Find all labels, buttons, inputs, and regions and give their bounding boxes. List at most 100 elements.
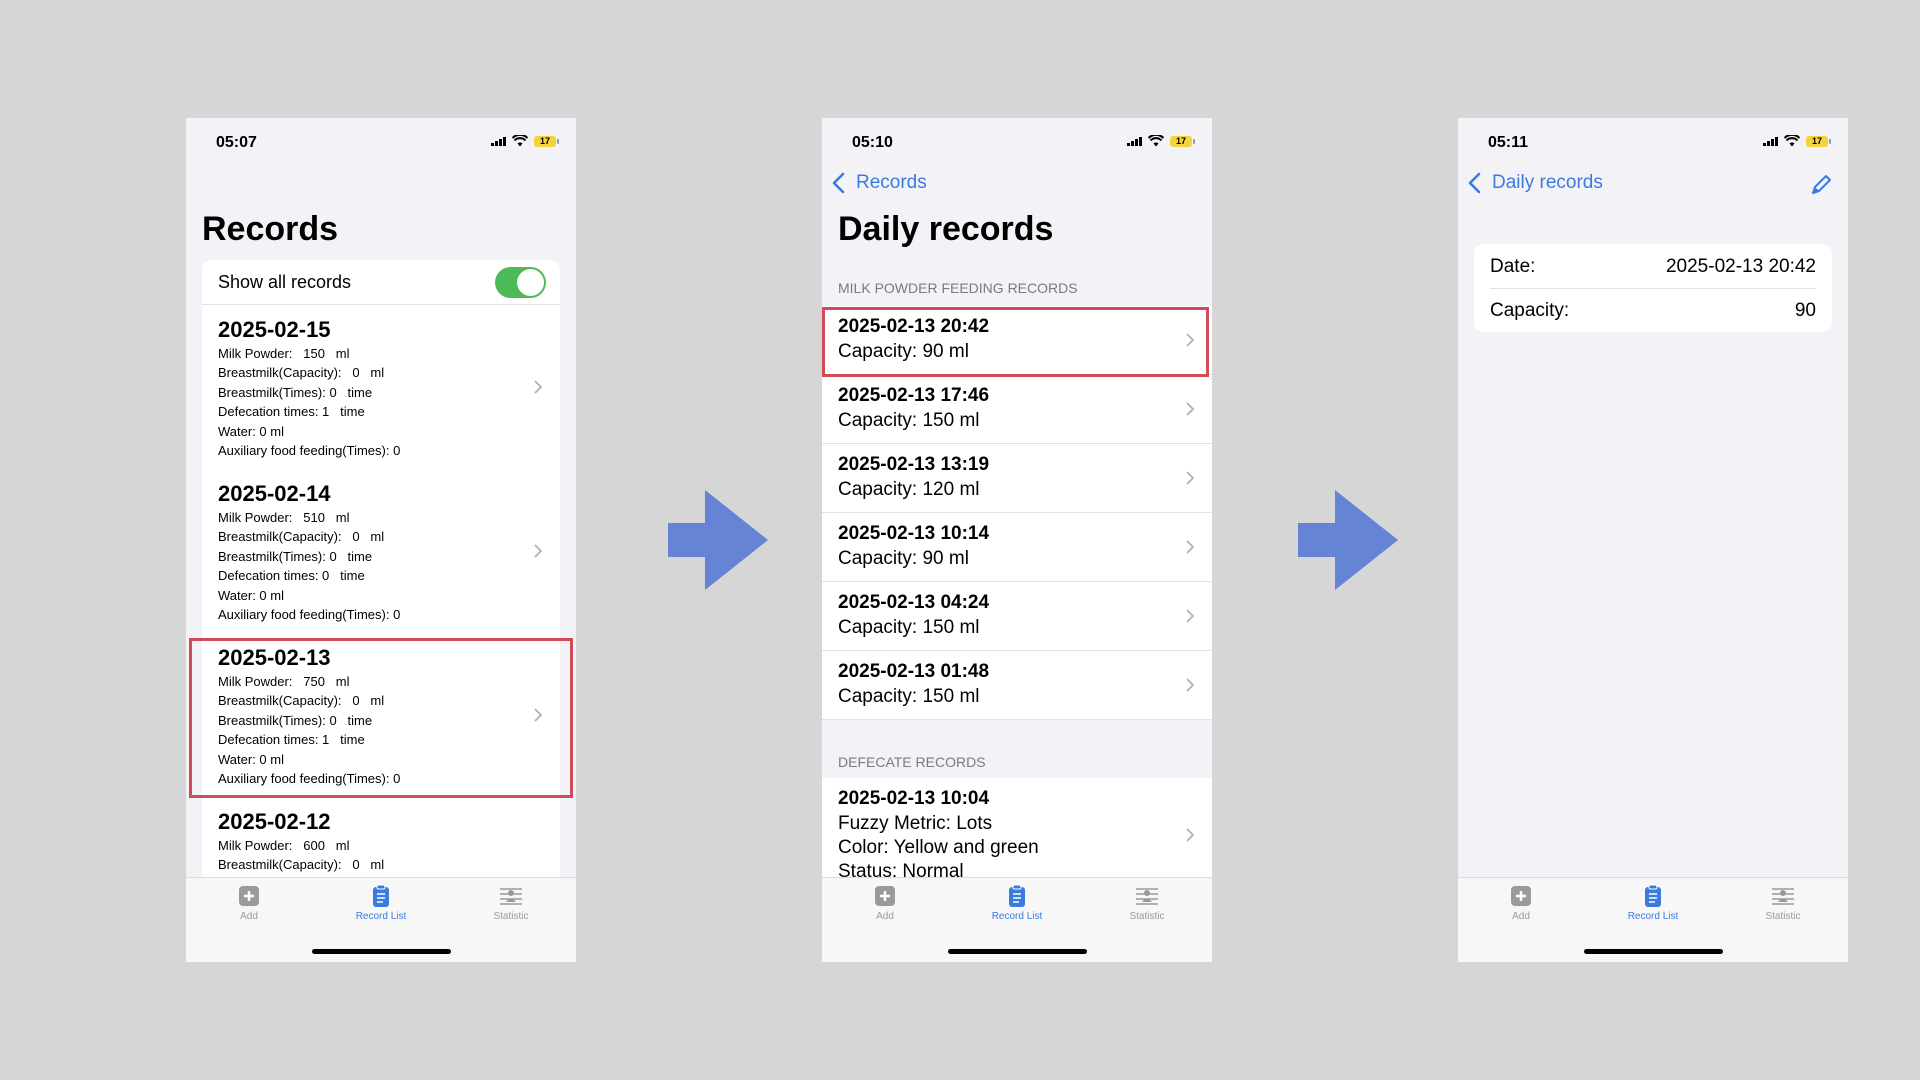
- detail-card: Date: 2025-02-13 20:42 Capacity: 90: [1474, 244, 1832, 332]
- record-time: 2025-02-13 13:19: [838, 454, 990, 475]
- clipboard-icon: [373, 884, 389, 907]
- chevron-right-icon: [1186, 609, 1194, 623]
- day-line: Breastmilk(Capacity): 0 ml: [218, 857, 385, 872]
- day-line: Auxiliary food feeding(Times): 0: [218, 607, 401, 622]
- show-all-label: Show all records: [218, 272, 352, 292]
- tab-statistic-label: Statistic: [1765, 911, 1801, 922]
- wifi-icon: [512, 135, 528, 147]
- status-time: 05:07: [216, 134, 257, 151]
- signal-icon: [1127, 136, 1142, 146]
- tab-statistic-label: Statistic: [1129, 911, 1165, 922]
- back-button[interactable]: Records: [830, 172, 927, 194]
- record-detail-screen: 05:11 17 Daily records Date: 2025-02-13 …: [1458, 118, 1848, 962]
- daily-records-screen: 05:10 17 Records Daily records MILK POWD…: [822, 118, 1212, 962]
- capacity-value: 90: [1794, 300, 1816, 321]
- home-indicator: [948, 949, 1087, 954]
- tab-add[interactable]: Add: [1481, 884, 1561, 922]
- selection-highlight: [189, 638, 573, 798]
- day-date: 2025-02-12: [218, 809, 331, 834]
- tab-record-list[interactable]: Record List: [341, 884, 421, 922]
- records-screen: 05:07 17 Records Show all records 2025-0…: [186, 118, 576, 962]
- arrow-right-icon: [1298, 490, 1398, 590]
- day-line: Defecation times: 0 time: [218, 568, 365, 583]
- day-line: Breastmilk(Times): 0 time: [218, 549, 373, 564]
- defecate-fuzzy: Fuzzy Metric: Lots: [838, 813, 993, 834]
- tab-statistic-label: Statistic: [493, 911, 529, 922]
- record-time: 2025-02-13 01:48: [838, 661, 990, 682]
- date-row: Date: 2025-02-13 20:42: [1490, 244, 1816, 289]
- tab-record-list[interactable]: Record List: [977, 884, 1057, 922]
- tab-statistic[interactable]: Statistic: [1743, 884, 1823, 922]
- feeding-record-row[interactable]: 2025-02-13 10:14 Capacity: 90 ml: [822, 513, 1212, 582]
- chevron-right-icon: [1186, 471, 1194, 485]
- day-line: Auxiliary food feeding(Times): 0: [218, 443, 401, 458]
- day-line: Water: 0 ml: [218, 424, 284, 439]
- record-time: 2025-02-13 17:46: [838, 385, 990, 406]
- clipboard-icon: [1645, 884, 1661, 907]
- show-all-row: Show all records: [202, 260, 560, 305]
- selection-highlight: [822, 307, 1209, 377]
- defecate-record-row[interactable]: 2025-02-13 10:04 Fuzzy Metric: Lots Colo…: [822, 778, 1212, 888]
- day-row[interactable]: 2025-02-14 Milk Powder: 510 ml Breastmil…: [202, 469, 560, 634]
- capacity-label: Capacity:: [1490, 300, 1570, 321]
- show-all-toggle[interactable]: [495, 267, 546, 298]
- tab-record-list-label: Record List: [1627, 911, 1679, 922]
- record-capacity: Capacity: 150 ml: [838, 410, 980, 431]
- page-title: Daily records: [838, 210, 1054, 248]
- day-line: Milk Powder: 510 ml: [218, 510, 350, 525]
- page-title: Records: [202, 210, 339, 248]
- status-time: 05:10: [852, 134, 893, 151]
- clipboard-icon: [1009, 884, 1025, 907]
- pencil-icon[interactable]: [1810, 174, 1832, 196]
- feeding-record-row[interactable]: 2025-02-13 04:24 Capacity: 150 ml: [822, 582, 1212, 651]
- chevron-left-icon: [832, 172, 845, 194]
- tab-record-list[interactable]: Record List: [1613, 884, 1693, 922]
- day-line: Breastmilk(Times): 0 time: [218, 385, 373, 400]
- chevron-right-icon: [534, 380, 542, 394]
- add-icon: [1511, 886, 1531, 906]
- statistic-icon: [1136, 888, 1158, 905]
- tab-add[interactable]: Add: [845, 884, 925, 922]
- tab-bar: Add Record List Statistic: [186, 877, 576, 962]
- add-icon: [875, 886, 895, 906]
- tab-statistic[interactable]: Statistic: [471, 884, 551, 922]
- signal-icon: [1763, 136, 1778, 146]
- chevron-right-icon: [1186, 828, 1194, 842]
- record-capacity: Capacity: 150 ml: [838, 686, 980, 707]
- battery-icon: 17: [534, 135, 559, 147]
- tab-add[interactable]: Add: [209, 884, 289, 922]
- date-value: 2025-02-13 20:42: [1665, 256, 1816, 277]
- section-header-defecate: DEFECATE RECORDS: [838, 754, 986, 770]
- wifi-icon: [1784, 135, 1800, 147]
- day-line: Milk Powder: 600 ml: [218, 838, 350, 853]
- tab-record-list-label: Record List: [355, 911, 407, 922]
- battery-icon: 17: [1806, 135, 1831, 147]
- feeding-record-row[interactable]: 2025-02-13 13:19 Capacity: 120 ml: [822, 444, 1212, 513]
- capacity-row: Capacity: 90: [1490, 288, 1816, 332]
- status-bar: 05:10 17: [822, 118, 1212, 168]
- back-label: Records: [856, 172, 927, 193]
- section-header-milk: MILK POWDER FEEDING RECORDS: [838, 280, 1078, 296]
- date-label: Date:: [1490, 256, 1536, 277]
- day-date: 2025-02-14: [218, 481, 331, 506]
- day-row[interactable]: 2025-02-15 Milk Powder: 150 ml Breastmil…: [202, 305, 560, 470]
- defecate-time: 2025-02-13 10:04: [838, 788, 990, 809]
- home-indicator: [312, 949, 451, 954]
- tab-add-label: Add: [240, 911, 258, 922]
- feeding-record-row[interactable]: 2025-02-13 01:48 Capacity: 150 ml: [822, 651, 1212, 720]
- chevron-left-icon: [1468, 172, 1481, 194]
- record-time: 2025-02-13 10:14: [838, 523, 990, 544]
- statistic-icon: [500, 888, 522, 905]
- tab-statistic[interactable]: Statistic: [1107, 884, 1187, 922]
- back-button[interactable]: Daily records: [1466, 172, 1603, 194]
- tab-add-label: Add: [876, 911, 894, 922]
- record-capacity: Capacity: 150 ml: [838, 617, 980, 638]
- record-capacity: Capacity: 90 ml: [838, 548, 969, 569]
- add-icon: [239, 886, 259, 906]
- arrow-right-icon: [668, 490, 768, 590]
- tab-add-label: Add: [1512, 911, 1530, 922]
- chevron-right-icon: [534, 544, 542, 558]
- feeding-record-row[interactable]: 2025-02-13 17:46 Capacity: 150 ml: [822, 375, 1212, 444]
- day-line: Milk Powder: 150 ml: [218, 346, 350, 361]
- status-time: 05:11: [1488, 134, 1529, 151]
